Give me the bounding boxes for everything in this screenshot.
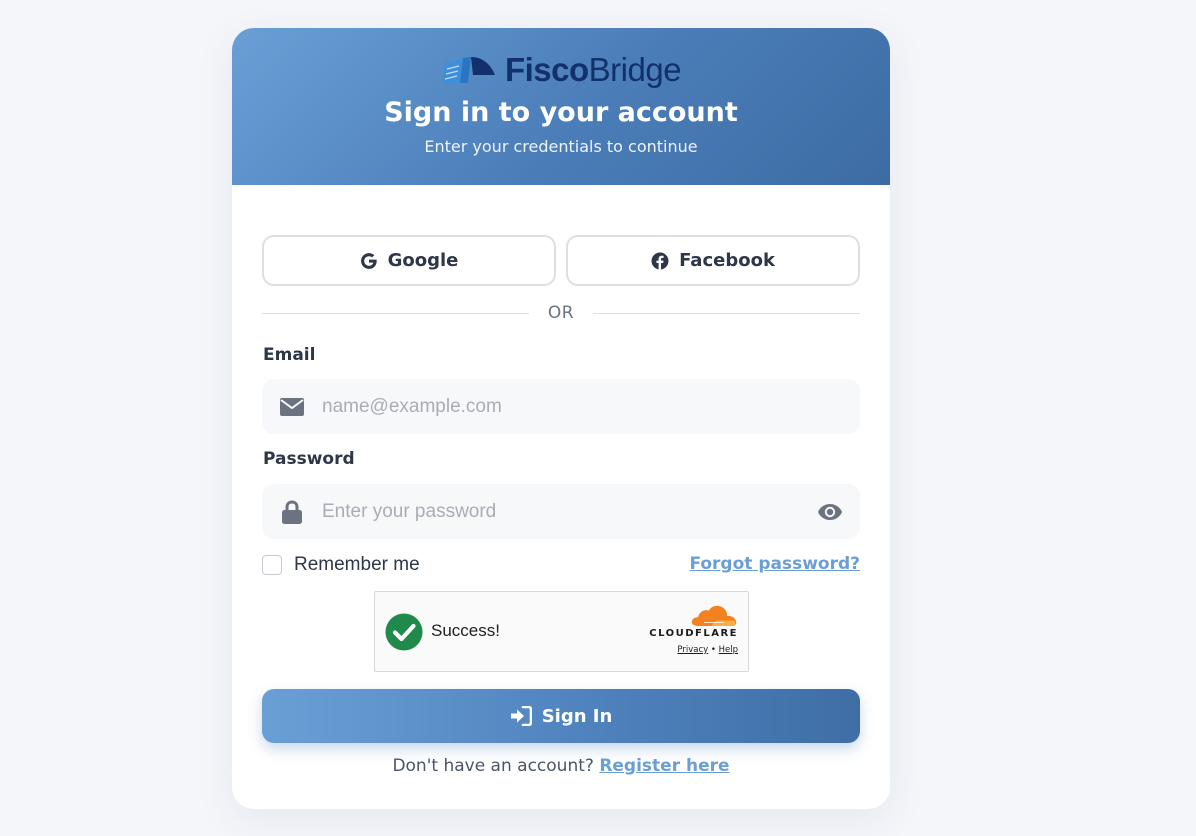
facebook-signin-button[interactable]: Facebook [566,235,860,286]
captcha-link-separator: • [710,645,716,655]
cloudflare-wordmark: CLOUDFLARE [649,628,738,639]
remember-me-label: Remember me [294,554,420,575]
sign-in-label: Sign In [541,705,613,727]
remember-me[interactable]: Remember me [262,554,420,576]
card-header: FiscoBridge Sign in to your account Ente… [232,28,890,185]
eye-icon [818,503,842,520]
bridge-logo-icon [441,57,495,83]
password-field [262,484,860,539]
captcha-status: Success! [431,621,500,640]
google-button-label: Google [387,250,459,271]
toggle-password-visibility-button[interactable] [800,502,860,522]
login-card: FiscoBridge Sign in to your account Ente… [232,28,890,809]
captcha-links: Privacy • Help [677,645,738,655]
checkmark-circle-icon [385,613,423,651]
brand-name-strong: Fisco [504,50,589,88]
captcha-help-link[interactable]: Help [719,645,738,655]
password-input[interactable] [322,484,800,539]
email-input[interactable] [322,379,860,434]
envelope-icon [262,397,322,416]
divider-line-left [262,313,529,314]
divider-or: OR [547,303,575,323]
lock-icon [262,499,322,524]
password-label: Password [263,449,355,469]
sign-in-button[interactable]: Sign In [262,689,860,743]
captcha-widget[interactable]: Success! CLOUDFLARE Privacy • Help [374,591,749,672]
brand-name-light: Bridge [588,50,682,88]
brand-logo: FiscoBridge [232,50,890,88]
page-title: Sign in to your account [384,97,738,128]
google-icon [360,252,377,269]
facebook-button-label: Facebook [679,250,775,271]
google-signin-button[interactable]: Google [262,235,556,286]
sign-in-icon [510,706,532,726]
page-subtitle: Enter your credentials to continue [424,137,698,156]
divider-line-right [593,313,860,314]
register-link[interactable]: Register here [599,756,729,776]
captcha-privacy-link[interactable]: Privacy [677,645,708,655]
brand-name: FiscoBridge [504,50,682,88]
email-label: Email [263,345,316,365]
facebook-icon [651,252,669,269]
cloudflare-cloud-icon [691,605,737,626]
remember-me-checkbox[interactable] [262,555,282,575]
register-prompt-text: Don't have an account? [392,756,594,776]
register-prompt: Don't have an account? Register here [232,756,890,776]
email-field [262,379,860,434]
forgot-password-link[interactable]: Forgot password? [689,554,860,574]
